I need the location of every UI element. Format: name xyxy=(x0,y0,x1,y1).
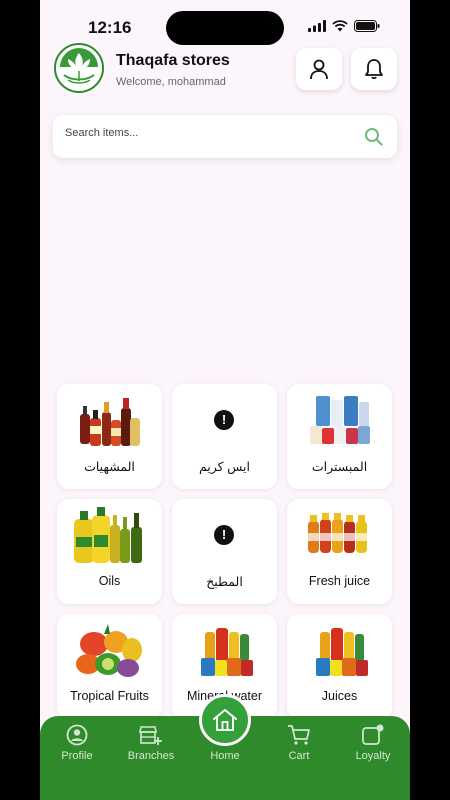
search-icon[interactable] xyxy=(364,127,383,146)
search-bar[interactable] xyxy=(53,115,397,158)
notifications-button[interactable] xyxy=(351,48,397,90)
category-grid: المشهيات ! ايس كريم المبسترات Oils ! الم… xyxy=(57,384,393,719)
profile-button[interactable] xyxy=(296,48,342,90)
nav-branches[interactable]: Branches xyxy=(116,724,186,762)
wifi-icon xyxy=(332,20,348,32)
category-card[interactable]: المبسترات xyxy=(287,384,392,489)
category-card[interactable]: Fresh juice xyxy=(287,499,392,604)
bell-icon xyxy=(365,59,383,80)
nav-cart[interactable]: Cart xyxy=(264,724,334,762)
category-label: Tropical Fruits xyxy=(70,689,149,703)
category-card[interactable]: ! ايس كريم xyxy=(172,384,277,489)
category-card[interactable]: ! المطبخ xyxy=(172,499,277,604)
missing-image-icon: ! xyxy=(214,410,234,430)
condiments-image xyxy=(80,398,140,446)
category-card[interactable]: Tropical Fruits xyxy=(57,614,162,719)
dairy-image xyxy=(310,396,370,444)
nav-profile[interactable]: Profile xyxy=(42,724,112,762)
fruits-image xyxy=(76,624,142,677)
dynamic-island xyxy=(166,11,284,45)
category-label: Fresh juice xyxy=(308,574,371,588)
welcome-text: Welcome, mohammad xyxy=(116,76,226,88)
nav-profile-label: Profile xyxy=(61,750,93,762)
cart-icon xyxy=(288,725,310,745)
battery-icon xyxy=(354,20,380,32)
home-button[interactable] xyxy=(199,694,251,746)
nav-home-label: Home xyxy=(210,750,240,762)
drinks-image xyxy=(316,628,368,676)
oil-bottles-image xyxy=(74,507,142,563)
category-label: المطبخ xyxy=(206,575,243,589)
search-input[interactable] xyxy=(65,127,345,139)
juice-bottles-image xyxy=(308,513,367,553)
category-label: المبسترات xyxy=(311,460,368,474)
store-title: Thaqafa stores xyxy=(116,52,230,69)
category-label: Juices xyxy=(321,689,358,703)
drinks-image xyxy=(201,628,253,676)
loyalty-card-icon xyxy=(362,724,384,745)
category-card[interactable]: Juices xyxy=(287,614,392,719)
status-icons xyxy=(308,20,380,32)
category-label: المشهيات xyxy=(84,460,135,474)
category-card[interactable]: المشهيات xyxy=(57,384,162,489)
store-add-icon xyxy=(139,726,162,745)
status-bar: 12:16 xyxy=(40,0,410,50)
home-icon xyxy=(213,709,237,731)
missing-image-icon: ! xyxy=(214,525,234,545)
nav-cart-label: Cart xyxy=(288,750,310,762)
category-label: Oils xyxy=(98,574,121,588)
signal-icon xyxy=(308,20,326,32)
nav-loyalty-label: Loyalty xyxy=(355,750,391,762)
category-card[interactable]: Oils xyxy=(57,499,162,604)
nav-loyalty[interactable]: Loyalty xyxy=(338,724,408,762)
profile-circle-icon xyxy=(66,724,88,746)
app-screen: 12:16 Thaqafa stores Welcome, mohammad S… xyxy=(40,0,410,800)
status-time: 12:16 xyxy=(88,18,132,37)
category-label: ايس كريم xyxy=(198,460,250,474)
store-logo xyxy=(54,43,104,93)
nav-branches-label: Branches xyxy=(127,750,175,762)
user-icon xyxy=(310,59,328,80)
leaf-logo-icon xyxy=(58,47,100,89)
